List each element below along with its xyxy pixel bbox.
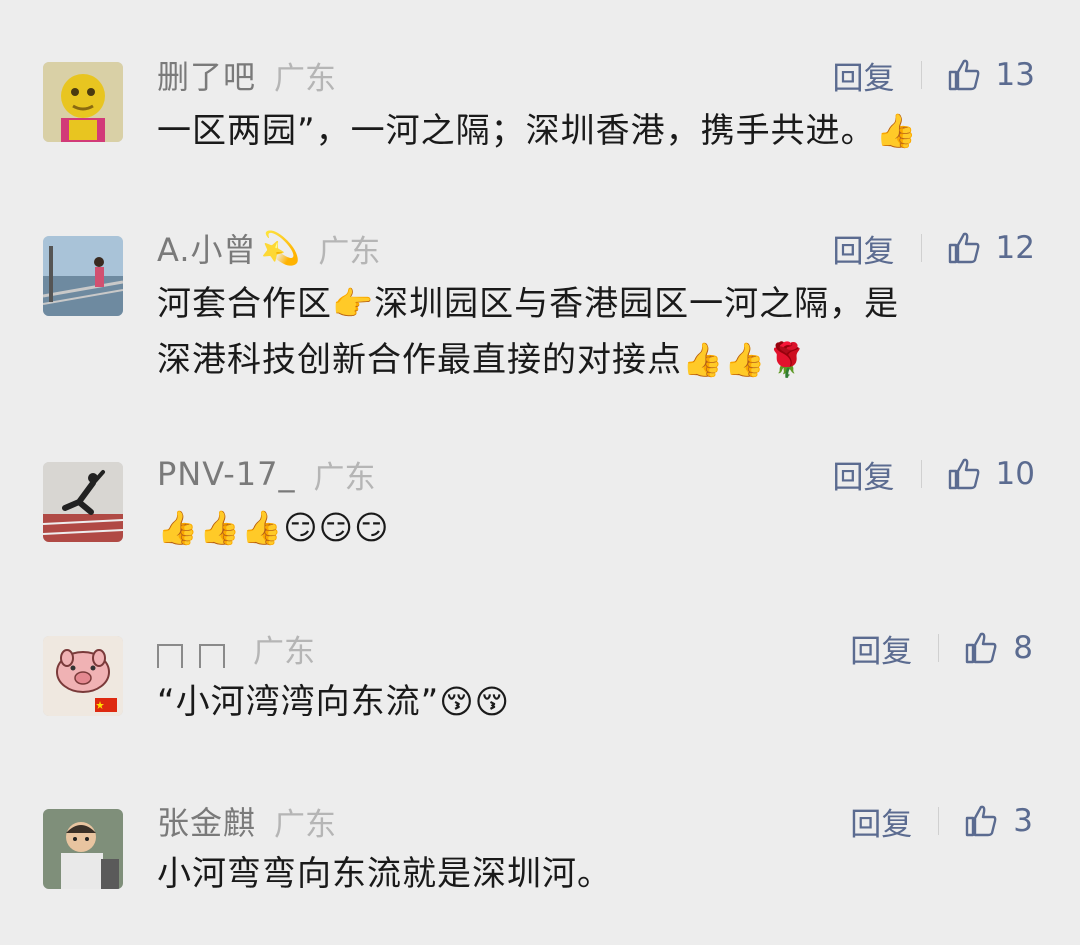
like-icon[interactable] (963, 803, 999, 839)
region-label: 广东 (253, 633, 315, 670)
username[interactable]: PNV-17_ (157, 455, 296, 493)
pointing-right-emoji: 👉 (332, 284, 375, 323)
divider (938, 807, 940, 835)
region-label: 广东 (274, 806, 337, 843)
comment-actions: 回复 12 (833, 226, 1035, 271)
comment-text: 小河弯弯向东流就是深圳河。 (157, 847, 1037, 902)
comment-meta: PNV-17_ 广东 (157, 454, 376, 496)
divider (920, 234, 922, 262)
region-label: 广东 (313, 459, 376, 496)
comment-body-part: 深圳园区与香港园区一河之隔，是 (374, 284, 900, 324)
like-count: 13 (995, 57, 1035, 93)
like-count: 12 (995, 230, 1035, 266)
avatar[interactable] (43, 236, 123, 316)
comment-actions: 回复 10 (833, 452, 1035, 497)
avatar[interactable] (43, 462, 123, 542)
reply-button[interactable]: 回复 (850, 799, 912, 844)
avatar[interactable] (43, 636, 123, 716)
username[interactable] (157, 628, 225, 668)
comment-actions: 回复 8 (850, 626, 1033, 671)
region-label: 广东 (274, 60, 337, 97)
like-icon[interactable] (963, 630, 999, 666)
like-count: 3 (1013, 803, 1033, 839)
comment-meta: 广东 (157, 628, 315, 670)
comment-body: “小河湾湾向东流” (157, 682, 440, 722)
thumbs-up-rose-emoji: 👍👍🌹 (682, 340, 809, 379)
like-count: 10 (995, 456, 1035, 492)
kissing-emoji: 😚😚 (439, 682, 511, 721)
divider (920, 460, 922, 488)
comment-body-part: 深港科技创新合作最直接的对接点 (157, 340, 682, 380)
comment-list: 删了吧 广东 回复 13 一区两园”，一河之隔；深圳香港，携手共进。👍 A.小曾… (0, 0, 1080, 945)
comment-text: 河套合作区👉深圳园区与香港园区一河之隔，是 深港科技创新合作最直接的对接点👍👍🌹 (157, 276, 1037, 388)
avatar[interactable] (43, 62, 123, 142)
reply-button[interactable]: 回复 (833, 53, 895, 98)
unsupported-glyph-box (157, 644, 183, 668)
comment-meta: 删了吧 广东 (157, 52, 337, 98)
username[interactable]: 删了吧 (157, 52, 256, 98)
like-icon[interactable] (946, 230, 982, 266)
emoji-sequence: 👍👍👍😏😏😏 (157, 508, 390, 547)
divider (938, 634, 940, 662)
dizzy-emoji: 💫 (260, 229, 301, 267)
comment-text: “小河湾湾向东流”😚😚 (157, 674, 1037, 730)
reply-button[interactable]: 回复 (850, 626, 912, 671)
comment-body-part: 河套合作区 (157, 284, 332, 324)
unsupported-glyph-box (199, 644, 225, 668)
comment-text: 👍👍👍😏😏😏 (157, 500, 1037, 556)
comment-actions: 回复 13 (833, 53, 1035, 98)
like-count: 8 (1013, 630, 1033, 666)
region-label: 广东 (318, 233, 381, 270)
comment-text: 一区两园”，一河之隔；深圳香港，携手共进。👍 (157, 103, 1037, 159)
comment-actions: 回复 3 (850, 799, 1033, 844)
comment-body: 一区两园”，一河之隔；深圳香港，携手共进。 (157, 111, 876, 151)
avatar[interactable] (43, 809, 123, 889)
comment-meta: 张金麒 广东 (157, 798, 337, 844)
reply-button[interactable]: 回复 (833, 226, 895, 271)
like-icon[interactable] (946, 456, 982, 492)
comment-body: 小河弯弯向东流就是深圳河。 (157, 854, 612, 894)
username[interactable]: 张金麒 (157, 798, 256, 844)
comment-meta: A.小曾 💫 广东 (157, 225, 381, 271)
reply-button[interactable]: 回复 (833, 452, 895, 497)
username[interactable]: A.小曾 (157, 225, 257, 271)
like-icon[interactable] (946, 57, 982, 93)
divider (920, 61, 922, 89)
thumbs-up-emoji: 👍 (875, 111, 918, 150)
